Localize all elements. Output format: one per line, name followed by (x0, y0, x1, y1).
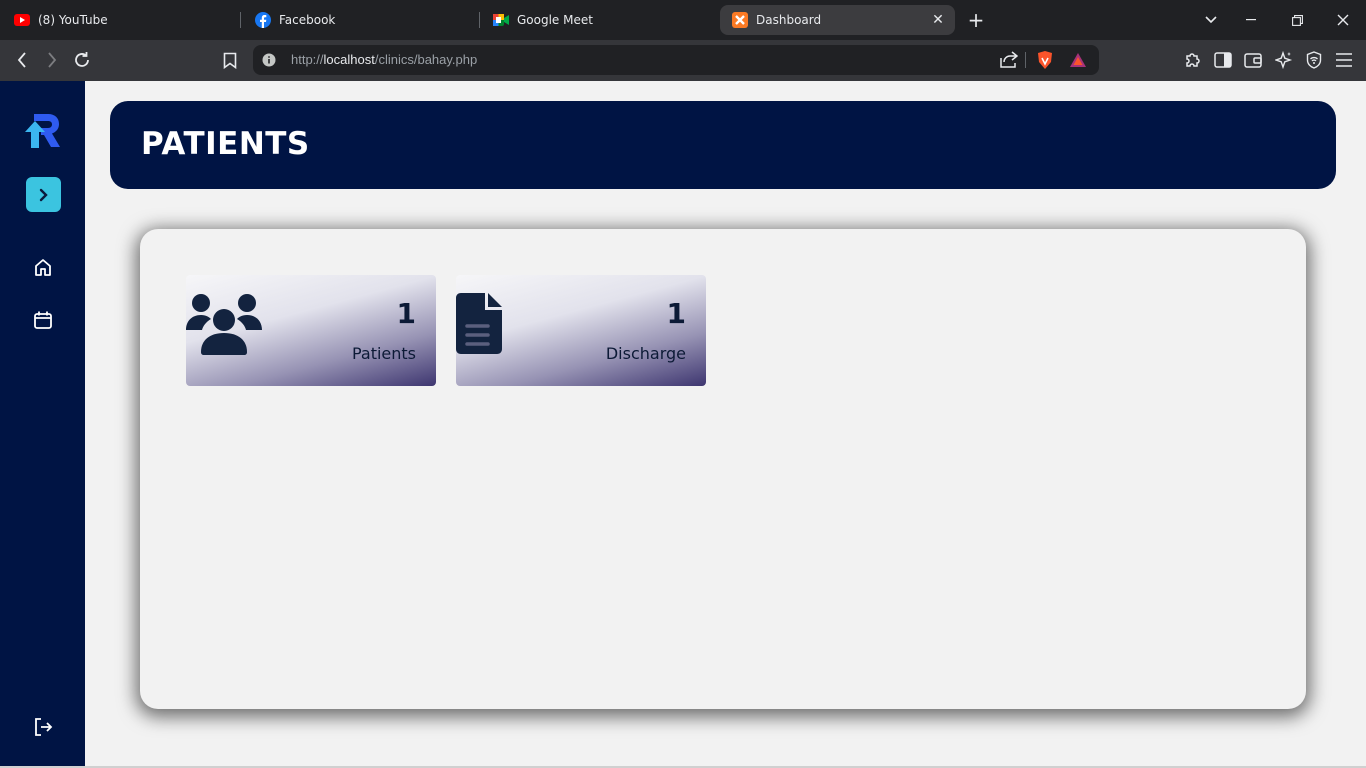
page-header: PATIENTS (110, 101, 1336, 189)
back-icon[interactable] (12, 50, 32, 70)
calendar-icon[interactable] (31, 308, 55, 332)
share-icon[interactable] (1000, 51, 1019, 72)
chevron-right-icon (39, 188, 48, 201)
logout-icon[interactable] (31, 715, 55, 739)
restore-icon[interactable] (1287, 10, 1307, 30)
tab-dashboard[interactable]: Dashboard ✕ (720, 5, 955, 35)
app-logo[interactable] (24, 111, 62, 151)
browser-toolbar: http://localhost/clinics/bahay.php (0, 40, 1366, 81)
tab-separator (479, 12, 480, 28)
discharge-card[interactable]: 1 Discharge (456, 275, 706, 386)
tab-title: (8) YouTube (38, 13, 108, 27)
brave-rewards-icon[interactable] (1069, 52, 1087, 72)
discharge-label: Discharge (605, 344, 686, 363)
patients-count: 1 (396, 297, 416, 330)
xampp-icon (732, 12, 748, 28)
wallet-icon[interactable] (1243, 50, 1263, 70)
sidebar-toggle-icon[interactable] (1213, 50, 1233, 70)
expand-sidebar-button[interactable] (26, 177, 61, 212)
url-text[interactable]: http://localhost/clinics/bahay.php (291, 52, 477, 67)
tab-title: Dashboard (756, 13, 822, 27)
tab-search-chevron-icon[interactable] (1201, 10, 1221, 30)
bookmark-icon[interactable] (220, 50, 240, 70)
tab-facebook[interactable]: Facebook (255, 5, 475, 35)
brave-shields-icon[interactable] (1036, 50, 1054, 74)
page-title: PATIENTS (141, 126, 310, 162)
facebook-icon (255, 12, 271, 28)
sidebar (0, 81, 85, 768)
address-bar[interactable]: http://localhost/clinics/bahay.php (253, 45, 1099, 75)
discharge-count: 1 (666, 297, 686, 330)
home-icon[interactable] (31, 255, 55, 279)
tab-youtube[interactable]: (8) YouTube (14, 5, 238, 35)
stats-panel: 1 Patients 1 Discharge (140, 229, 1306, 709)
tab-google-meet[interactable]: Google Meet (493, 5, 713, 35)
page-content: PATIENTS 1 Patients 1 Discharge (0, 81, 1366, 768)
tab-strip: (8) YouTube Facebook Google Meet Dashboa… (0, 0, 1366, 40)
users-icon (186, 293, 262, 359)
reload-icon[interactable] (72, 50, 92, 70)
patients-label: Patients (351, 344, 416, 363)
patients-card[interactable]: 1 Patients (186, 275, 436, 386)
menu-icon[interactable] (1334, 50, 1354, 70)
site-info-icon[interactable] (262, 52, 276, 71)
tab-separator (240, 12, 241, 28)
omnibox-divider (1025, 52, 1026, 68)
google-meet-icon (493, 12, 509, 28)
extensions-icon[interactable] (1183, 50, 1203, 70)
close-tab-icon[interactable]: ✕ (931, 13, 945, 27)
document-icon (456, 293, 502, 359)
tab-title: Facebook (279, 13, 336, 27)
youtube-icon (14, 12, 30, 28)
forward-icon[interactable] (42, 50, 62, 70)
tab-title: Google Meet (517, 13, 593, 27)
new-tab-button[interactable]: + (966, 10, 986, 30)
vpn-shield-icon[interactable] (1304, 50, 1324, 70)
leo-ai-icon[interactable] (1274, 50, 1294, 70)
minimize-icon[interactable] (1241, 10, 1261, 30)
close-window-icon[interactable] (1333, 10, 1353, 30)
